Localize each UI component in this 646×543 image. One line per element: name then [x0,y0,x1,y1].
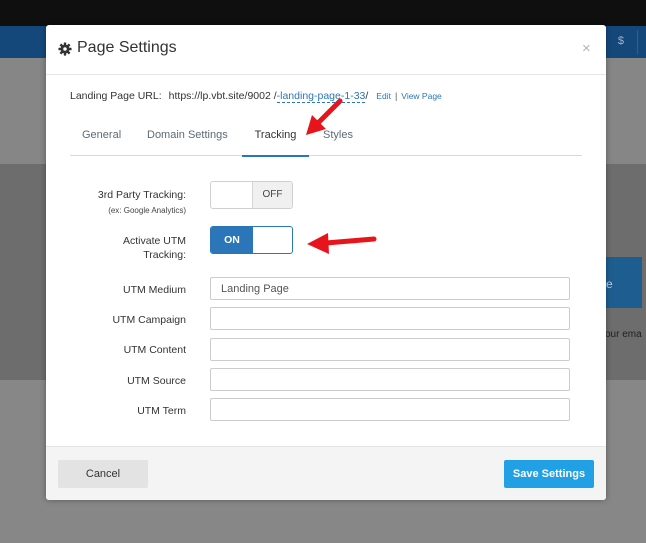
close-button[interactable]: × [582,41,591,56]
toggle-off-label: OFF [252,182,292,208]
utm-campaign-label: UTM Campaign [112,314,186,326]
third-party-tracking-label: 3rd Party Tracking: [97,189,186,201]
utm-source-input[interactable] [210,368,570,391]
utm-term-label: UTM Term [137,405,186,417]
background-button-block: e [604,257,642,308]
utm-content-input[interactable] [210,338,570,361]
utm-campaign-input[interactable] [210,307,570,330]
third-party-tracking-sublabel: (ex: Google Analytics) [108,206,186,215]
utm-medium-input[interactable] [210,277,570,300]
utm-source-label: UTM Source [127,375,186,387]
background-button-text: e [606,277,613,291]
background-dollar-icon: $ [617,35,624,47]
gear-icon [58,42,72,56]
utm-term-input[interactable] [210,398,570,421]
url-label: Landing Page URL: [70,90,162,102]
background-nav-separator [637,30,638,54]
modal-title: Page Settings [77,39,177,56]
third-party-tracking-toggle[interactable]: OFF [210,181,293,209]
tab-domain-settings[interactable]: Domain Settings [147,129,228,141]
tab-general[interactable]: General [82,129,121,141]
utm-content-label: UTM Content [123,344,186,356]
utm-medium-label: UTM Medium [122,284,186,296]
view-page-link[interactable]: View Page [401,91,441,101]
background-partial-text: our ema [605,329,642,340]
cancel-button[interactable]: Cancel [58,460,148,488]
landing-page-url-row: Landing Page URL: https://lp.vbt.site/900… [70,90,442,103]
toggle-on-label: ON [211,227,253,253]
annotation-arrow-tracking-tab [306,98,343,135]
activate-utm-toggle[interactable]: ON [210,226,293,254]
tab-tracking[interactable]: Tracking [242,129,309,157]
background-top-bar [0,0,646,26]
modal-footer: Cancel Save Settings [46,446,606,500]
annotation-arrow-utm-toggle [307,233,377,254]
activate-utm-label-line2: Tracking: [143,249,186,261]
edit-url-link[interactable]: Edit [376,91,391,101]
url-base: https://lp.vbt.site/9002 / [168,90,277,102]
url-trailing-slash: / [365,90,369,102]
activate-utm-label-line1: Activate UTM [122,235,186,247]
link-separator: | [394,91,398,101]
save-settings-button[interactable]: Save Settings [504,460,594,488]
modal-header: Page Settings × [46,25,606,75]
